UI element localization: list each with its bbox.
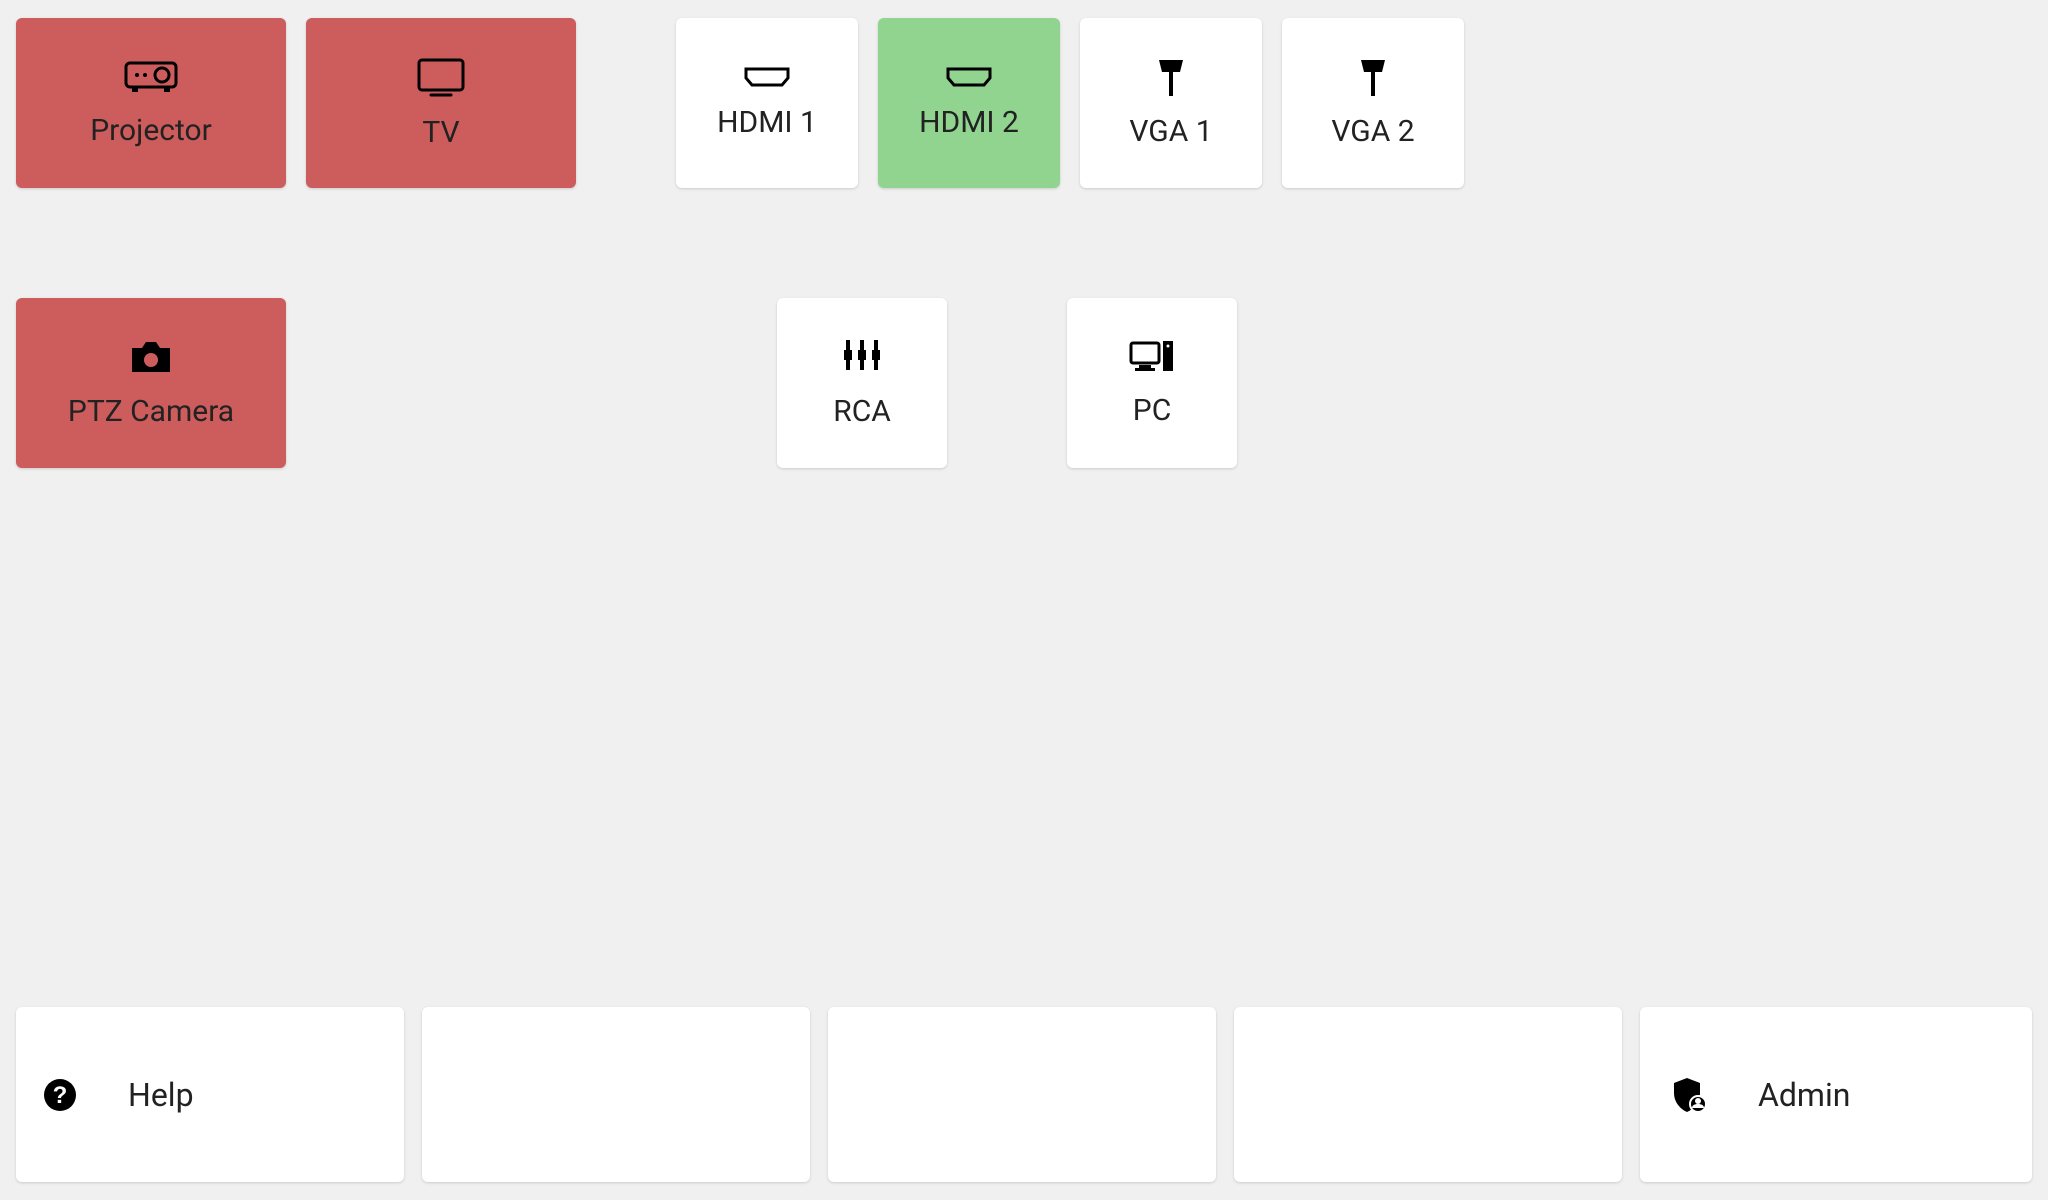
projector-tile[interactable]: Projector (16, 18, 286, 188)
rca-icon (842, 338, 882, 376)
vga1-label: VGA 1 (1129, 114, 1212, 149)
vga2-tile[interactable]: VGA 2 (1282, 18, 1464, 188)
vga-icon (1358, 58, 1388, 96)
tv-icon (416, 57, 466, 97)
pc-label: PC (1133, 393, 1171, 428)
camera-icon (128, 338, 174, 376)
admin-label: Admin (1758, 1076, 1850, 1114)
vga1-tile[interactable]: VGA 1 (1080, 18, 1262, 188)
ptz-camera-tile[interactable]: PTZ Camera (16, 298, 286, 468)
hdmi1-label: HDMI 1 (717, 105, 817, 140)
admin-button[interactable]: Admin (1640, 1007, 2032, 1182)
svg-text:?: ? (53, 1082, 68, 1109)
help-icon: ? (42, 1077, 78, 1113)
rca-label: RCA (833, 394, 891, 429)
vga2-label: VGA 2 (1331, 114, 1414, 149)
hdmi1-tile[interactable]: HDMI 1 (676, 18, 858, 188)
hdmi2-tile[interactable]: HDMI 2 (878, 18, 1060, 188)
help-button[interactable]: ? Help (16, 1007, 404, 1182)
bottom-bar: ? Help Admin (16, 1007, 2032, 1182)
ptz-camera-label: PTZ Camera (68, 394, 234, 429)
tv-label: TV (422, 115, 459, 150)
pc-icon (1129, 339, 1175, 375)
bottom-empty-1 (422, 1007, 810, 1182)
bottom-empty-3 (1234, 1007, 1622, 1182)
hdmi2-label: HDMI 2 (919, 105, 1019, 140)
rca-tile[interactable]: RCA (777, 298, 947, 468)
projector-icon (124, 59, 178, 95)
admin-icon (1670, 1076, 1708, 1114)
projector-label: Projector (90, 113, 212, 148)
help-label: Help (128, 1076, 194, 1114)
pc-tile[interactable]: PC (1067, 298, 1237, 468)
tv-tile[interactable]: TV (306, 18, 576, 188)
hdmi-icon (744, 67, 790, 87)
hdmi-icon (946, 67, 992, 87)
bottom-empty-2 (828, 1007, 1216, 1182)
vga-icon (1156, 58, 1186, 96)
